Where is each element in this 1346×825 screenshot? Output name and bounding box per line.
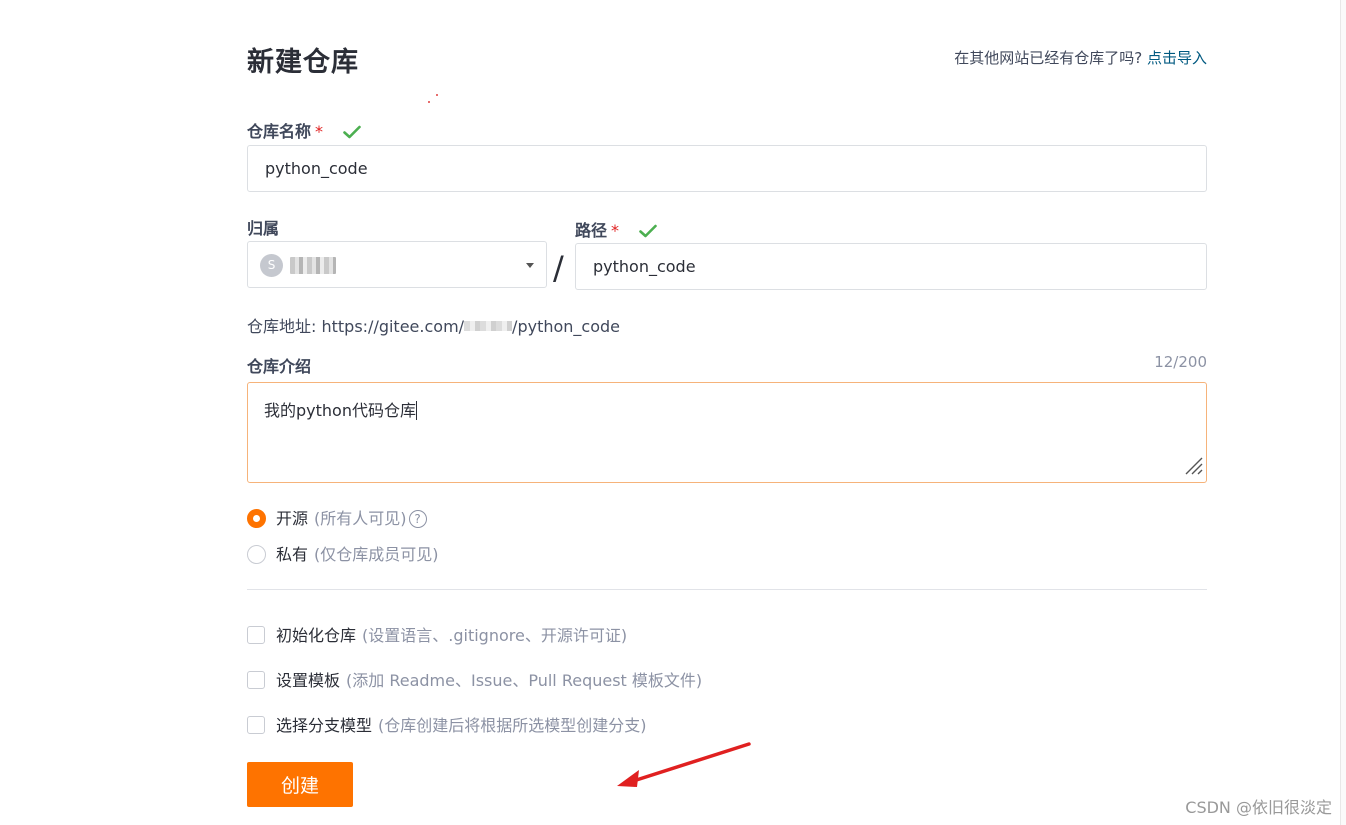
import-link[interactable]: 点击导入 [1147, 49, 1207, 67]
repo-url-prefix: 仓库地址: https://gitee.com/ [247, 317, 465, 336]
repo-url-suffix: /python_code [512, 317, 620, 336]
create-button[interactable]: 创建 [247, 762, 353, 807]
radio-selected[interactable] [247, 509, 266, 528]
watermark: CSDN @依旧很淡定 [1185, 798, 1332, 817]
path-value: python_code [593, 257, 696, 276]
description-counter: 12/200 [1154, 353, 1207, 371]
owner-label: 归属 [247, 219, 280, 238]
option-label: 私有 [276, 545, 309, 564]
branch-model-option[interactable]: 选择分支模型 (仓库创建后将根据所选模型创建分支) [247, 712, 647, 735]
option-label: 选择分支模型 [276, 716, 373, 735]
checkbox[interactable] [247, 626, 265, 644]
option-hint: (添加 Readme、Issue、Pull Request 模板文件) [346, 671, 703, 690]
option-label: 初始化仓库 [276, 626, 357, 645]
option-hint: (设置语言、.gitignore、开源许可证) [362, 626, 628, 645]
chevron-down-icon [526, 263, 534, 268]
radio-unselected[interactable] [247, 545, 266, 564]
check-icon [638, 223, 657, 242]
option-hint: (所有人可见) [314, 509, 407, 528]
redacted-owner-path [464, 321, 513, 331]
checkbox[interactable] [247, 671, 265, 689]
resize-grip-icon[interactable] [1183, 455, 1203, 479]
import-prompt-text: 在其他网站已经有仓库了吗? [954, 49, 1143, 67]
required-mark: * [315, 122, 324, 141]
required-mark: * [611, 221, 620, 240]
avatar: S [260, 254, 283, 277]
path-separator: / [553, 249, 564, 287]
repo-name-label: 仓库名称 * [247, 118, 361, 143]
scrollbar-track[interactable] [1340, 0, 1346, 825]
divider [247, 589, 1207, 590]
page-title: 新建仓库 [247, 47, 359, 78]
stray-red-mark [436, 94, 438, 96]
repo-name-value: python_code [265, 159, 368, 178]
path-label-text: 路径 [575, 221, 608, 240]
import-prompt-box: 在其他网站已经有仓库了吗? 点击导入 [954, 47, 1207, 68]
repo-name-input[interactable]: python_code [247, 145, 1207, 192]
description-label: 仓库介绍 [247, 357, 312, 376]
text-cursor [415, 401, 417, 420]
template-option[interactable]: 设置模板 (添加 Readme、Issue、Pull Request 模板文件) [247, 667, 703, 690]
option-hint: (仓库创建后将根据所选模型创建分支) [378, 716, 647, 735]
option-label: 设置模板 [276, 671, 341, 690]
init-repo-option[interactable]: 初始化仓库 (设置语言、.gitignore、开源许可证) [247, 622, 628, 645]
question-circle-icon[interactable]: ? [408, 510, 427, 528]
option-label: 开源 [276, 509, 309, 528]
path-input[interactable]: python_code [575, 243, 1207, 290]
option-hint: (仅仓库成员可见) [314, 545, 439, 564]
repo-name-label-text: 仓库名称 [247, 122, 312, 141]
path-label: 路径 * [575, 217, 657, 242]
redacted-owner-name [290, 257, 336, 274]
visibility-option-public[interactable]: 开源 (所有人可见)? [247, 505, 427, 528]
arrow-icon [607, 738, 757, 796]
visibility-option-private[interactable]: 私有 (仅仓库成员可见) [247, 541, 439, 564]
owner-select[interactable]: S [247, 241, 547, 288]
stray-red-mark [428, 101, 430, 103]
new-repo-page: 新建仓库 在其他网站已经有仓库了吗? 点击导入 仓库名称 * python_cod… [0, 0, 1346, 825]
description-textarea[interactable]: 我的python代码仓库 [247, 382, 1207, 483]
repo-url: 仓库地址: https://gitee.com/ /python_code [247, 313, 620, 337]
description-value: 我的python代码仓库 [264, 401, 416, 420]
check-icon [342, 124, 361, 143]
checkbox[interactable] [247, 716, 265, 734]
